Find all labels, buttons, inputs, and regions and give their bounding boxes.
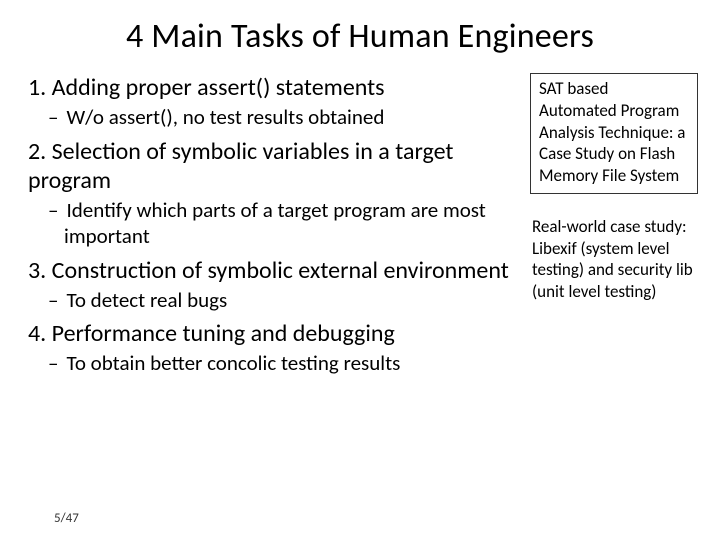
task-4-sub: To obtain better concolic testing result…	[28, 350, 518, 376]
task-1-sub: W/o assert(), no test results obtained	[28, 104, 518, 130]
slide-body: 1. Adding proper assert() statements W/o…	[0, 67, 720, 381]
task-2-sub: Identify which parts of a target program…	[28, 197, 518, 250]
slide-title: 4 Main Tasks of Human Engineers	[0, 0, 720, 67]
main-column: 1. Adding proper assert() statements W/o…	[28, 67, 530, 381]
task-4-heading: 4. Performance tuning and debugging	[28, 319, 518, 348]
task-3-sub: To detect real bugs	[28, 287, 518, 313]
task-1-heading: 1. Adding proper assert() statements	[28, 73, 518, 102]
side-note: Real-world case study: Libexif (system l…	[530, 216, 698, 303]
side-column: SAT based Automated Program Analysis Tec…	[530, 67, 698, 381]
task-2-heading: 2. Selection of symbolic variables in a …	[28, 137, 518, 196]
task-3-heading: 3. Construction of symbolic external env…	[28, 256, 518, 285]
page-number: 5/47	[54, 511, 79, 526]
callout-box: SAT based Automated Program Analysis Tec…	[530, 73, 698, 194]
